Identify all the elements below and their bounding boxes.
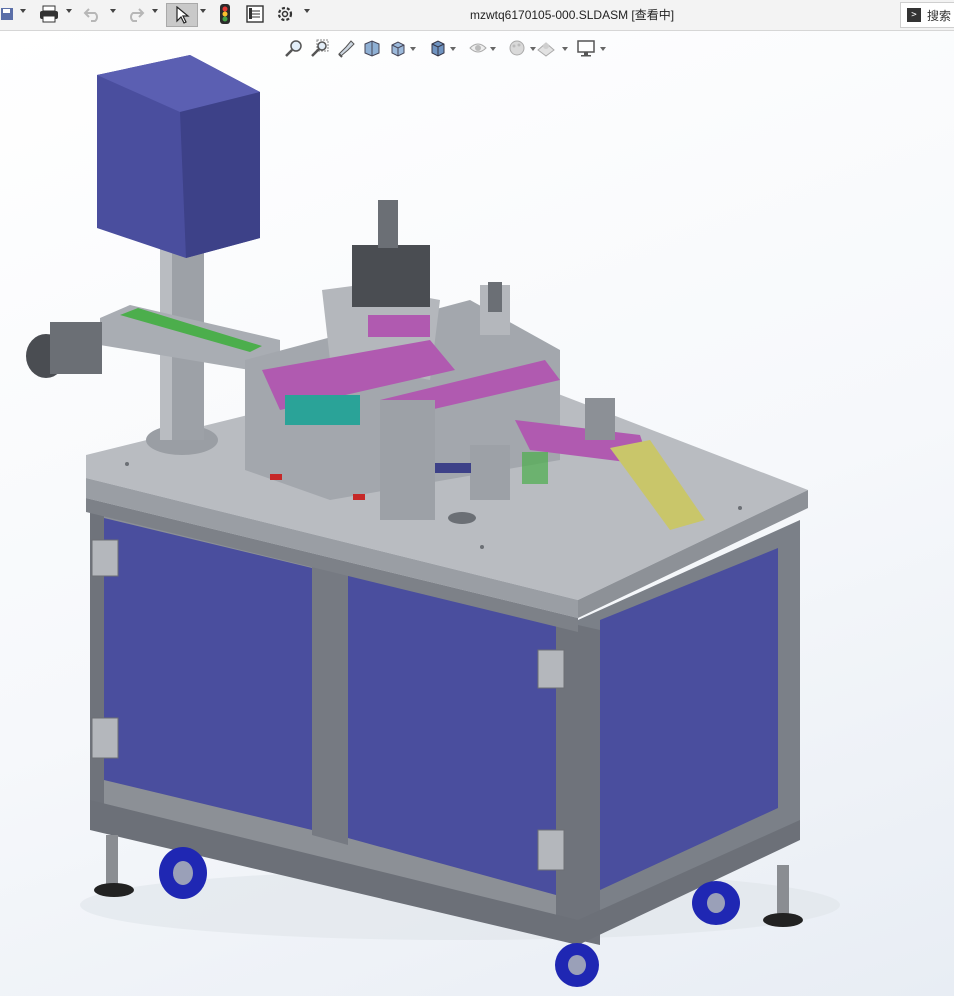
front-left-blue-door — [104, 518, 312, 830]
undo-dropdown-icon[interactable] — [110, 9, 116, 13]
select-dropdown-icon[interactable] — [200, 9, 206, 13]
save-dropdown-icon[interactable] — [20, 9, 26, 13]
window-title: mzwtq6170105-000.SLDASM [查看中] — [470, 8, 675, 22]
search-label: 搜索 — [927, 8, 952, 23]
file-properties-icon[interactable] — [244, 3, 266, 25]
graphics-viewport[interactable] — [0, 31, 954, 996]
machine-assembly-model[interactable] — [0, 31, 954, 996]
redo-icon[interactable] — [124, 3, 146, 25]
options-gear-icon[interactable] — [274, 3, 296, 25]
print-dropdown-icon[interactable] — [66, 9, 72, 13]
command-prompt-icon: > — [907, 8, 921, 22]
redo-dropdown-icon[interactable] — [152, 9, 158, 13]
save-icon[interactable] — [0, 3, 16, 25]
options-dropdown-icon[interactable] — [304, 9, 310, 13]
top-toolbar: mzwtq6170105-000.SLDASM [查看中] > 搜索 — [0, 0, 954, 31]
search-box[interactable]: > 搜索 — [900, 2, 954, 28]
print-icon[interactable] — [38, 3, 60, 25]
select-icon[interactable] — [166, 3, 198, 27]
traffic-light-icon[interactable] — [214, 3, 236, 25]
undo-icon[interactable] — [82, 3, 104, 25]
